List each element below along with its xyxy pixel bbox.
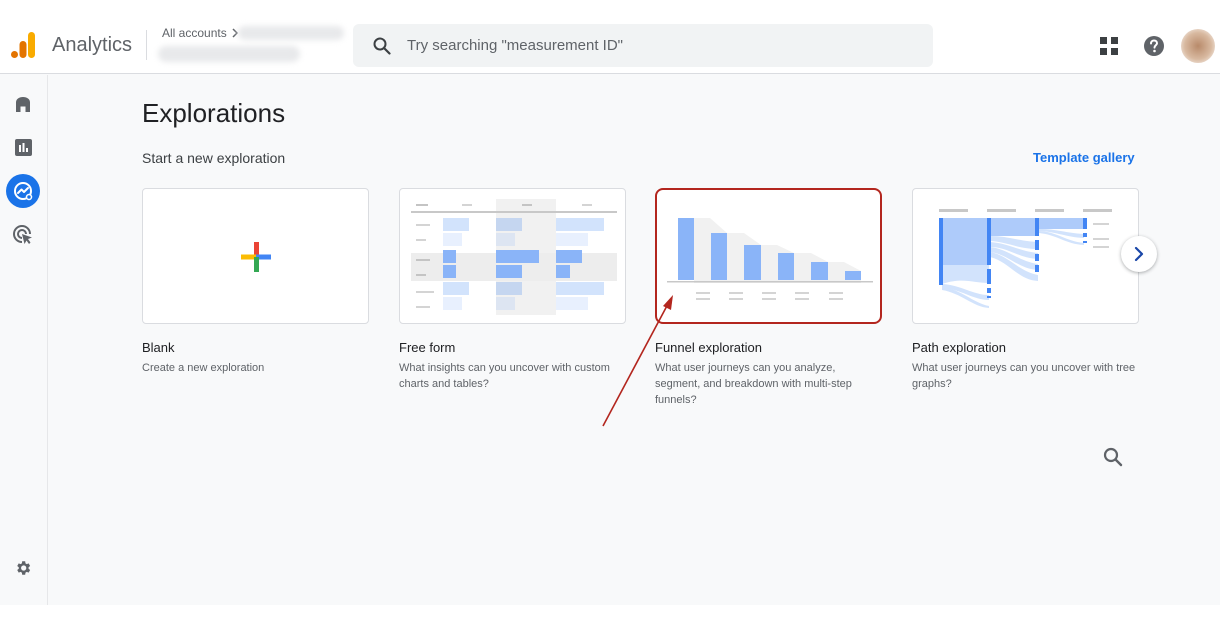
nav-item-admin[interactable] (6, 551, 40, 585)
home-icon (16, 96, 30, 112)
nav-item-reports[interactable] (6, 130, 40, 164)
card-title: Free form (399, 340, 456, 355)
top-bar: Analytics All accounts (0, 0, 1220, 74)
page-title: Explorations (142, 98, 286, 128)
section-label: Start a new exploration (142, 150, 286, 166)
carousel-next-button[interactable] (1121, 236, 1157, 272)
nav-item-advertising[interactable] (6, 218, 40, 252)
left-nav (0, 75, 48, 605)
card-description: Create a new exploration (142, 362, 265, 374)
help-icon[interactable] (1144, 36, 1164, 56)
explore-icon (14, 182, 33, 201)
account-breadcrumb-label: All accounts (162, 26, 227, 40)
card-thumbnail (399, 188, 626, 324)
search-icon[interactable] (1101, 445, 1125, 469)
analytics-logo-icon (11, 32, 35, 58)
card-description: What insights can you uncover with custo… (399, 362, 610, 390)
card-title: Blank (142, 340, 175, 355)
card-title: Funnel exploration (655, 340, 762, 355)
product-name: Analytics (52, 34, 133, 56)
explorations-page: Explorations Start a new exploration Tem… (49, 75, 1220, 605)
analytics-app: Analytics All accounts Try searching "me… (0, 0, 1220, 605)
card-title: Path exploration (912, 340, 1006, 355)
reports-bar-chart-icon (14, 138, 32, 156)
search-bar[interactable] (353, 24, 933, 67)
card-description: What user journeys can you analyze, segm… (655, 362, 852, 406)
advertising-target-icon (13, 225, 32, 244)
funnel-illustration-icon (667, 218, 873, 300)
account-breadcrumb[interactable]: All accounts (162, 26, 239, 40)
redacted-account-name (238, 26, 344, 40)
account-avatar[interactable] (1181, 29, 1215, 63)
card-thumbnail (655, 188, 882, 324)
header-divider (146, 30, 147, 60)
nav-item-home[interactable] (6, 87, 40, 121)
exploration-card-free-form[interactable]: Free form What insights can you uncover … (399, 188, 626, 392)
table-illustration-icon (411, 199, 617, 315)
gear-icon (17, 561, 31, 575)
search-icon (373, 37, 391, 55)
card-description: What user journeys can you uncover with … (912, 362, 1136, 390)
exploration-card-blank[interactable]: Blank Create a new exploration (142, 188, 369, 376)
template-gallery-link[interactable]: Template gallery (1033, 150, 1135, 165)
apps-grid-icon[interactable] (1100, 37, 1118, 55)
chevron-right-icon (1134, 246, 1144, 262)
search-input[interactable] (407, 37, 887, 54)
card-thumbnail (912, 188, 1139, 324)
exploration-card-funnel[interactable]: Funnel exploration What user journeys ca… (655, 188, 882, 408)
redacted-property-name[interactable] (158, 46, 300, 62)
nav-item-explore[interactable] (6, 174, 40, 208)
card-thumbnail (142, 188, 369, 324)
colorful-plus-icon (241, 242, 271, 272)
exploration-card-path[interactable]: Path exploration What user journeys can … (912, 188, 1139, 392)
path-tree-illustration-icon (939, 209, 1112, 308)
